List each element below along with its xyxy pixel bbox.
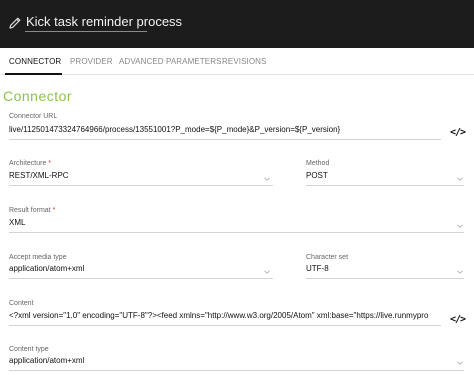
architecture-select[interactable]: REST/XML-RPC: [9, 171, 264, 180]
section-title: Connector: [3, 88, 73, 104]
connector-url-input[interactable]: live/112501473324764966/process/13551001…: [9, 125, 441, 134]
accept-media-type-select[interactable]: application/atom+xml: [9, 264, 264, 273]
tab-bar: CONNECTOR PROVIDER ADVANCED PARAMETERS R…: [0, 48, 474, 75]
app-header: Kick task reminder process: [0, 0, 474, 48]
connector-url-underline: [9, 139, 441, 140]
active-tab-indicator: [5, 73, 62, 75]
character-set-underline: [306, 278, 464, 279]
code-editor-button[interactable]: </>: [450, 314, 466, 326]
content-type-label: Content type: [9, 346, 49, 353]
content-input[interactable]: <?xml version="1.0" encoding="UTF-8"?><f…: [9, 311, 441, 320]
architecture-underline: [9, 185, 273, 186]
accept-media-type-underline: [9, 278, 273, 279]
chevron-down-icon[interactable]: [457, 360, 463, 366]
content-type-select[interactable]: application/atom+xml: [9, 356, 449, 365]
method-underline: [306, 185, 464, 186]
result-format-underline: [9, 232, 464, 233]
pencil-icon[interactable]: [7, 15, 23, 31]
accept-media-type-label: Accept media type: [9, 254, 67, 261]
content-label: Content: [9, 300, 34, 307]
architecture-label: Architecture *: [9, 160, 52, 167]
code-editor-button[interactable]: </>: [450, 127, 466, 139]
chevron-down-icon[interactable]: [457, 176, 463, 182]
character-set-select[interactable]: UTF-8: [306, 264, 456, 273]
result-format-select[interactable]: XML: [9, 218, 449, 227]
connector-url-label: Connector URL: [9, 113, 58, 120]
required-mark: *: [52, 207, 56, 214]
chevron-down-icon[interactable]: [264, 176, 270, 182]
method-select[interactable]: POST: [306, 171, 456, 180]
tab-advanced-parameters[interactable]: ADVANCED PARAMETERS: [119, 57, 222, 66]
chevron-down-icon[interactable]: [457, 269, 463, 275]
tab-provider[interactable]: PROVIDER: [70, 57, 113, 66]
tab-connector[interactable]: CONNECTOR: [9, 57, 61, 66]
page-title[interactable]: Kick task reminder process: [26, 14, 182, 29]
method-label: Method: [306, 160, 330, 167]
character-set-label: Character set: [306, 254, 349, 261]
tab-revisions[interactable]: REVISIONS: [222, 57, 266, 66]
required-mark: *: [48, 160, 52, 167]
content-type-underline: [9, 370, 464, 371]
chevron-down-icon[interactable]: [457, 223, 463, 229]
title-underline: [25, 31, 147, 32]
result-format-label: Result format *: [9, 207, 56, 214]
chevron-down-icon[interactable]: [264, 269, 270, 275]
content-underline: [9, 325, 441, 326]
